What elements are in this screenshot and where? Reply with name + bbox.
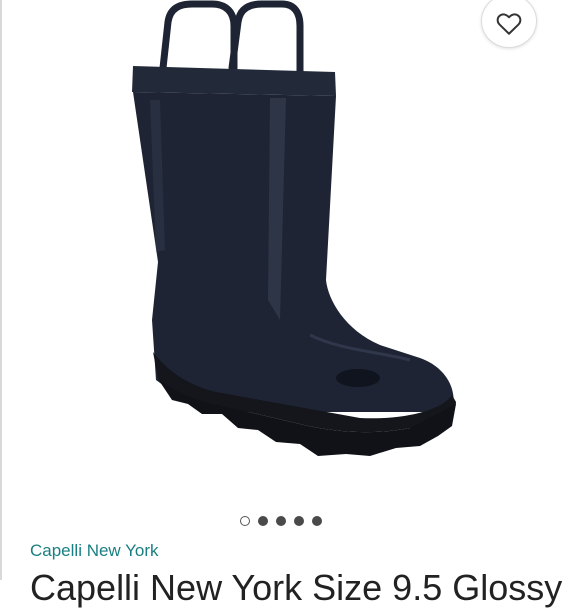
boot-body: [133, 92, 454, 412]
heart-icon: [496, 13, 522, 35]
favorite-button[interactable]: [481, 0, 537, 48]
product-title: Capelli New York Size 9.5 Glossy: [30, 567, 563, 608]
product-image[interactable]: [120, 0, 480, 470]
boot-handle-left: [159, 0, 238, 76]
carousel-dot[interactable]: [258, 516, 268, 526]
brand-link[interactable]: Capelli New York: [30, 541, 159, 561]
carousel-dot[interactable]: [312, 516, 322, 526]
boot-handle-right: [228, 0, 304, 76]
carousel-dot[interactable]: [276, 516, 286, 526]
left-divider: [0, 0, 2, 580]
boot-rim: [132, 66, 336, 96]
carousel-indicators: [240, 516, 322, 526]
carousel-dot[interactable]: [240, 516, 250, 526]
carousel-dot[interactable]: [294, 516, 304, 526]
